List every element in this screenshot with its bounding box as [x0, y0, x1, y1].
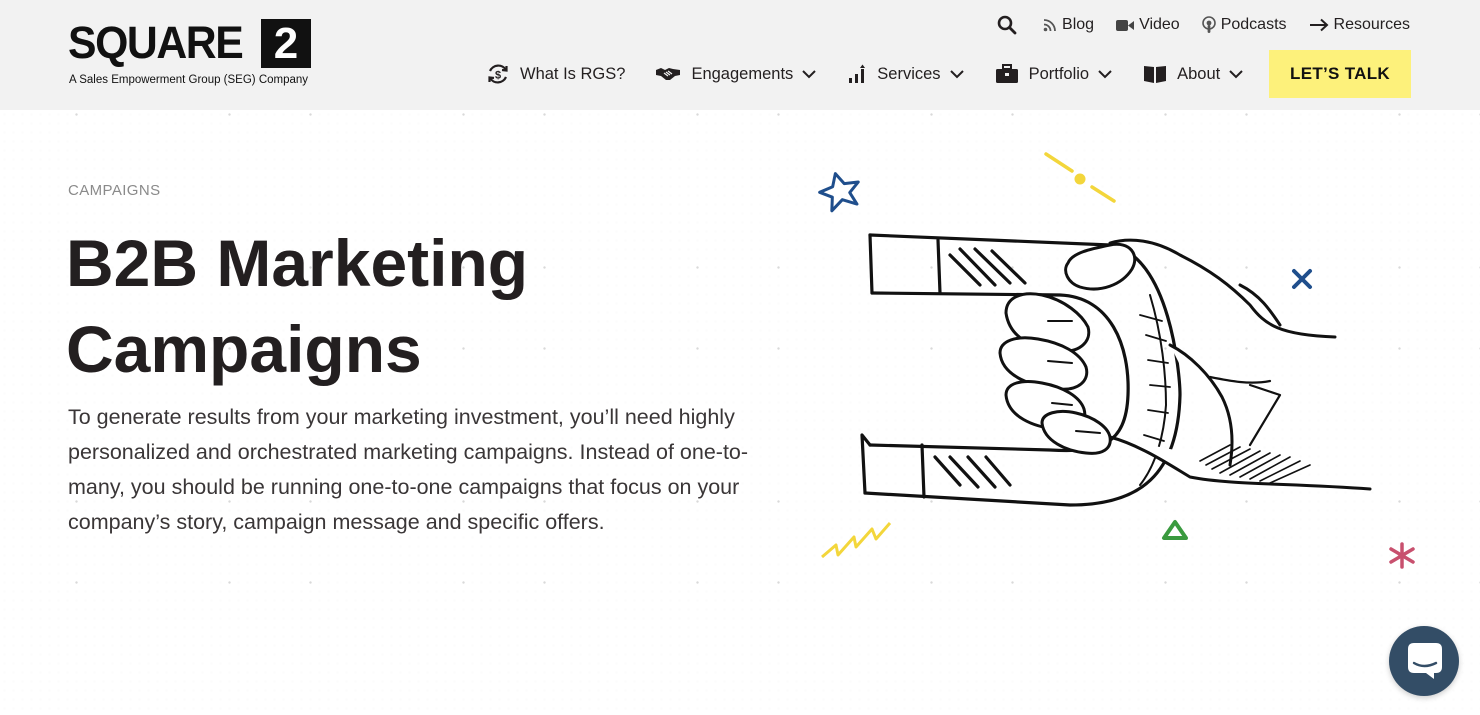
- svg-text:$: $: [495, 70, 501, 82]
- arrow-right-icon: [1309, 18, 1328, 32]
- hand-magnet-illustration: [818, 152, 1415, 569]
- triangle-doodle-icon: [1162, 520, 1188, 540]
- hero-description: To generate results from your marketing …: [68, 405, 749, 534]
- logo-tagline: A Sales Empowerment Group (SEG) Company: [69, 74, 309, 86]
- sparkle-dash-icon: [1044, 152, 1116, 203]
- nav-services-label: Services: [877, 64, 941, 83]
- star-doodle-icon: [818, 172, 860, 213]
- util-nav-blog-label: Blog: [1062, 16, 1095, 33]
- briefcase-icon: [995, 64, 1018, 83]
- hero-eyebrow: CAMPAIGNS: [68, 182, 161, 199]
- logo-mark: 2: [261, 19, 311, 68]
- zigzag-doodle-icon: [821, 522, 892, 559]
- lets-talk-button[interactable]: LET’S TALK: [1269, 50, 1411, 98]
- nav-item-engagements[interactable]: Engagements: [655, 65, 817, 84]
- chat-widget-button[interactable]: [1389, 626, 1459, 696]
- utility-nav: Blog Video Podcasts Resources: [997, 12, 1410, 38]
- nav-about-label: About: [1177, 64, 1221, 83]
- search-icon: [997, 15, 1017, 35]
- chevron-down-icon: [1098, 70, 1112, 79]
- book-icon: [1144, 66, 1167, 83]
- nav-portfolio-label: Portfolio: [1028, 64, 1090, 83]
- search-button[interactable]: [997, 15, 1017, 35]
- util-nav-blog[interactable]: Blog: [1043, 16, 1094, 34]
- nav-item-services[interactable]: Services: [847, 64, 964, 84]
- util-nav-resources[interactable]: Resources: [1309, 16, 1410, 34]
- x-mark-icon: [1292, 269, 1312, 289]
- page-title-line-2: Campaigns: [66, 312, 422, 386]
- rss-icon: [1043, 19, 1056, 32]
- chevron-down-icon: [802, 70, 816, 79]
- main-nav: $ What Is RGS? Engagements Services Port…: [486, 50, 1274, 98]
- chevron-down-icon: [1229, 70, 1243, 79]
- nav-item-portfolio[interactable]: Portfolio: [995, 64, 1114, 84]
- util-nav-podcasts-label: Podcasts: [1220, 16, 1287, 33]
- util-nav-video-label: Video: [1139, 16, 1180, 33]
- logo[interactable]: SQUARE 2 A Sales Empowerment Group (SEG)…: [68, 17, 318, 89]
- page-title-line-1: B2B Marketing: [66, 226, 529, 300]
- handshake-icon: [656, 68, 681, 80]
- chat-bubble-icon: [1408, 643, 1442, 679]
- bar-chart-icon: [849, 64, 866, 83]
- video-camera-icon: [1116, 19, 1135, 31]
- util-nav-podcasts[interactable]: Podcasts: [1201, 16, 1287, 34]
- refresh-dollar-icon: $: [488, 64, 508, 84]
- nav-engagements-label: Engagements: [691, 64, 794, 83]
- chevron-down-icon: [949, 70, 964, 79]
- nav-what-is-rgs-label: What Is RGS?: [520, 64, 626, 83]
- nav-item-what-is-rgs[interactable]: $ What Is RGS?: [486, 62, 625, 86]
- site-header: SQUARE 2 A Sales Empowerment Group (SEG)…: [0, 0, 1480, 110]
- logo-wordmark: SQUARE: [68, 17, 244, 68]
- page-title: B2B Marketing Campaigns: [66, 220, 686, 392]
- asterisk-doodle-icon: [1389, 542, 1415, 569]
- podcast-icon: [1201, 16, 1216, 33]
- util-nav-resources-label: Resources: [1333, 16, 1410, 33]
- nav-item-about[interactable]: About: [1143, 64, 1244, 84]
- util-nav-video[interactable]: Video: [1116, 16, 1180, 34]
